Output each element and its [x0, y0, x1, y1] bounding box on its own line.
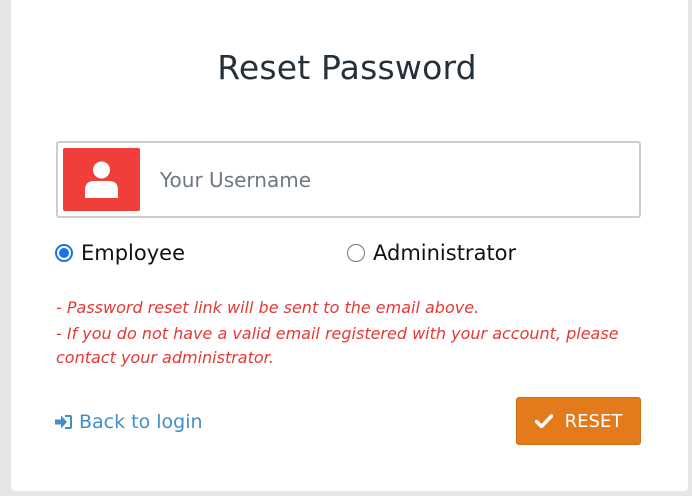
- back-to-login-label: Back to login: [79, 411, 203, 433]
- sign-in-icon: [55, 415, 72, 429]
- note-line-2: - If you do not have a valid email regis…: [56, 324, 619, 367]
- check-icon: [534, 414, 553, 428]
- radio-administrator[interactable]: Administrator: [347, 240, 516, 266]
- reset-notes: - Password reset link will be sent to th…: [56, 296, 636, 372]
- back-to-login-link[interactable]: Back to login: [55, 411, 203, 433]
- reset-button[interactable]: RESET: [516, 397, 641, 445]
- username-field-group: [56, 141, 641, 218]
- reset-button-label: RESET: [564, 410, 623, 432]
- employee-radio-button[interactable]: [55, 244, 73, 262]
- page-title: Reset Password: [217, 48, 477, 87]
- radio-employee[interactable]: Employee: [55, 240, 185, 266]
- employee-label: Employee: [81, 241, 186, 265]
- username-input[interactable]: [144, 145, 634, 214]
- note-line-1: - Password reset link will be sent to th…: [56, 298, 480, 317]
- administrator-radio-button[interactable]: [347, 244, 365, 262]
- administrator-label: Administrator: [373, 241, 517, 265]
- user-icon: [63, 148, 140, 211]
